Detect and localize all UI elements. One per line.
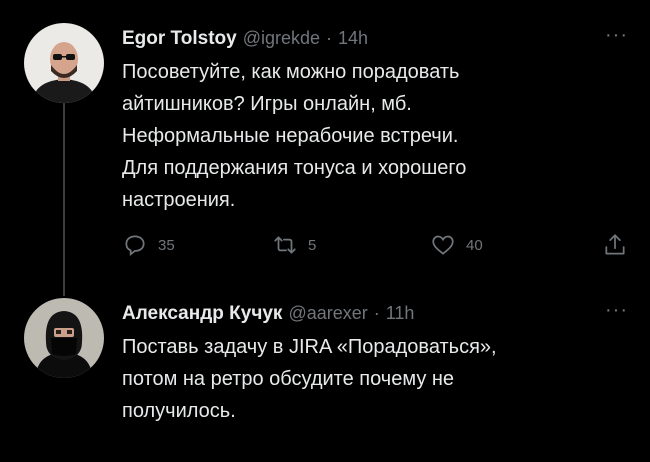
tweet-header: Egor Tolstoy @igrekde · 14h [122,28,628,50]
retweet-button[interactable]: 5 [272,232,316,258]
like-count: 40 [466,236,483,254]
reply-icon [125,235,145,256]
timestamp[interactable]: 11h [386,303,415,324]
avatar[interactable] [24,298,104,378]
text-line: получилось. [122,400,236,422]
text-line: Неформальные нерабочие встречи. [122,125,459,147]
share-icon [605,234,625,255]
separator: · [326,28,333,48]
display-name[interactable]: Александр Кучук [122,303,282,325]
text-line: айтишников? Игры онлайн, мб. [122,93,412,115]
text-line: Поставь задачу в JIRA «Порадоваться», [122,336,497,358]
tweet-actions: 35 5 40 [122,232,634,262]
like-button[interactable]: 40 [430,232,483,258]
handle[interactable]: @aarexer [288,303,367,324]
reply-count: 35 [158,236,175,254]
handle[interactable]: @igrekde [243,28,320,49]
like-icon [432,235,454,255]
text-line: настроения. [122,189,236,211]
share-button[interactable] [602,232,638,258]
tweet[interactable]: Egor Tolstoy @igrekde · 14h ··· Посовету… [122,25,628,216]
separator: · [373,303,380,323]
tweet-text: Поставь задачу в JIRA «Порадоваться», по… [122,331,628,427]
tweet-text: Посоветуйте, как можно порадовать айтишн… [122,56,628,216]
timestamp[interactable]: 14h [338,28,368,49]
thread-line [63,98,65,296]
tweet[interactable]: Александр Кучук @aarexer · 11h ··· Поста… [122,300,628,427]
text-line: Посоветуйте, как можно порадовать [122,61,460,83]
retweet-icon [274,236,296,254]
tweet-header: Александр Кучук @aarexer · 11h [122,303,628,325]
retweet-count: 5 [308,236,317,254]
more-options-button[interactable]: ··· [605,300,628,320]
more-options-button[interactable]: ··· [605,25,628,45]
text-line: потом на ретро обсудите почему не [122,368,455,390]
reply-button[interactable]: 35 [122,232,175,258]
display-name[interactable]: Egor Tolstoy [122,28,237,50]
text-line: Для поддержания тонуса и хорошего [122,157,467,179]
avatar[interactable] [24,23,104,103]
